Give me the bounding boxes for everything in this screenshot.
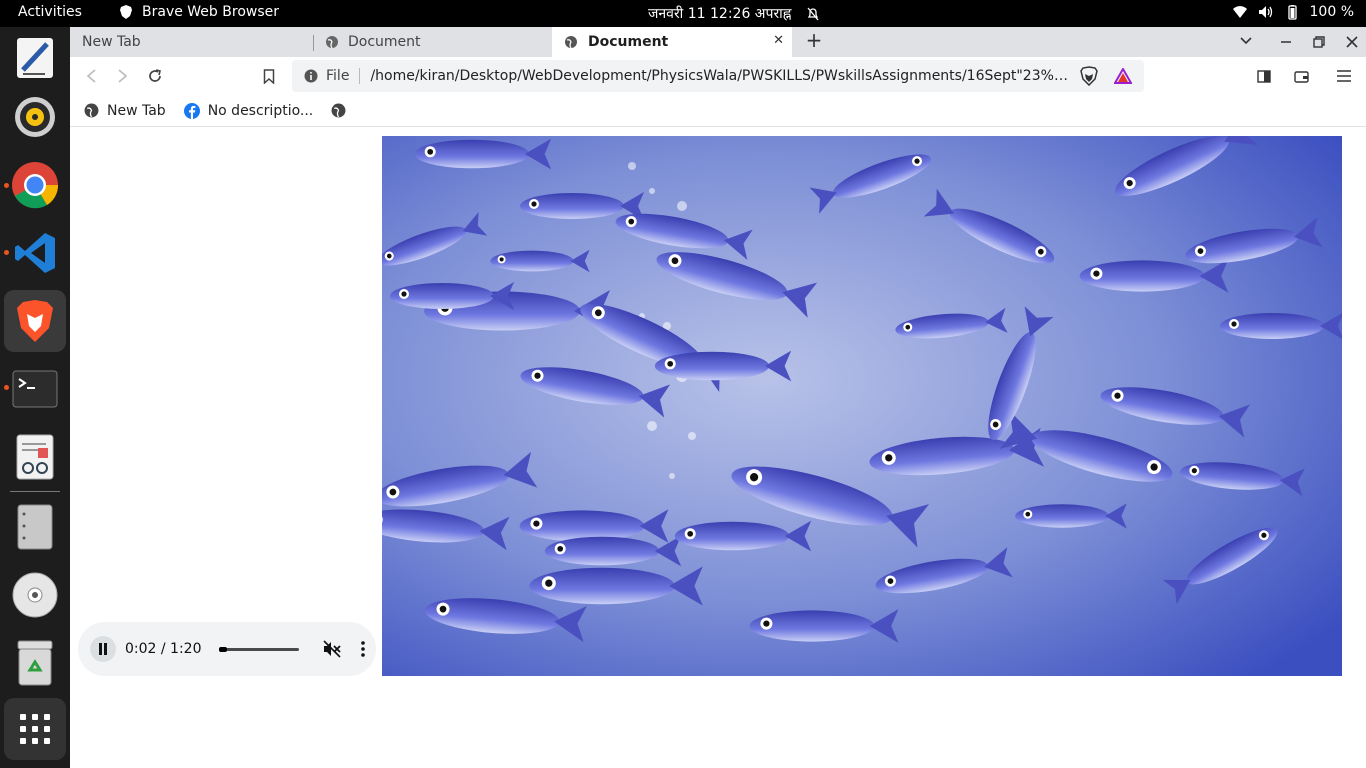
- close-tab-icon[interactable]: ✕: [773, 33, 784, 48]
- brave-icon: [17, 300, 53, 342]
- brave-shields-icon[interactable]: [1080, 66, 1099, 86]
- bookmark-icon: [263, 68, 275, 84]
- activities-button[interactable]: Activities: [18, 4, 82, 20]
- bookmark-button[interactable]: [258, 65, 280, 87]
- restore-window-icon[interactable]: [1309, 36, 1329, 48]
- address-bar[interactable]: File /home/kiran/Desktop/WebDevelopment/…: [292, 60, 1144, 92]
- dock-text-editor[interactable]: [4, 27, 66, 89]
- chrome-icon: [12, 162, 59, 209]
- hamburger-menu-icon: [1337, 70, 1351, 82]
- tab-label: Document: [348, 34, 421, 50]
- tab-document[interactable]: Document: [313, 27, 552, 57]
- tab-label: New Tab: [82, 34, 141, 50]
- back-arrow-icon: [86, 69, 96, 83]
- rhythmbox-icon: [15, 97, 55, 137]
- bookmark-label: No descriptio...: [207, 102, 314, 119]
- dock-trash[interactable]: [4, 632, 66, 694]
- dock-brave-browser[interactable]: [4, 290, 66, 352]
- globe-icon: [331, 103, 346, 118]
- bookmarks-bar: New Tab No descriptio...: [70, 95, 1366, 127]
- minimize-window-icon[interactable]: [1276, 40, 1296, 44]
- dock-disc[interactable]: [4, 564, 66, 626]
- main-menu-button[interactable]: [1333, 65, 1355, 87]
- audio-progress-fill: [218, 646, 227, 652]
- globe-icon: [565, 36, 577, 49]
- battery-icon: [1287, 5, 1297, 20]
- document-viewer-icon: [16, 434, 54, 480]
- omnibox-divider: [359, 68, 361, 84]
- app-grid-icon: [20, 714, 50, 744]
- dock-terminal[interactable]: [4, 358, 66, 420]
- audio-player: 0:02 / 1:20: [78, 622, 376, 676]
- brave-rewards-icon[interactable]: [1114, 68, 1133, 84]
- back-button[interactable]: [80, 65, 102, 87]
- terminal-icon: [12, 370, 58, 408]
- forward-button[interactable]: [112, 65, 134, 87]
- app-menu-label: Brave Web Browser: [142, 4, 279, 20]
- muted-speaker-icon[interactable]: [322, 640, 341, 658]
- scheme-label: File: [326, 68, 350, 84]
- system-top-bar: Activities Brave Web Browser जनवरी 11 12…: [0, 0, 1366, 27]
- dock-separator: [10, 491, 60, 492]
- video-player[interactable]: [382, 136, 1342, 676]
- fish-school-video-frame: [382, 136, 1342, 676]
- show-applications-button[interactable]: [4, 698, 66, 760]
- facebook-icon: [183, 102, 200, 119]
- info-icon: [304, 69, 318, 83]
- pause-button[interactable]: [90, 636, 116, 662]
- reload-icon: [149, 69, 161, 82]
- reload-button[interactable]: [144, 65, 166, 87]
- wifi-icon: [1232, 6, 1247, 18]
- new-tab-button[interactable]: +: [804, 28, 824, 52]
- audio-progress-slider[interactable]: [218, 646, 299, 652]
- page-content: 0:02 / 1:20: [70, 128, 1366, 768]
- tab-new-tab[interactable]: New Tab: [70, 27, 313, 57]
- audio-time: 0:02 / 1:20: [125, 641, 202, 657]
- dock-google-chrome[interactable]: [4, 154, 66, 216]
- globe-icon: [326, 36, 338, 49]
- forward-arrow-icon: [118, 69, 128, 83]
- more-options-icon[interactable]: [357, 640, 369, 658]
- trash-icon: [17, 640, 53, 686]
- volume-icon: [1258, 6, 1272, 18]
- sidebar-icon: [1257, 69, 1271, 83]
- brave-logo-icon: [120, 5, 132, 19]
- pause-icon: [99, 643, 107, 655]
- system-status-menu[interactable]: 100 %: [1232, 4, 1354, 20]
- optical-disc-icon: [12, 572, 58, 618]
- dock-rhythmbox[interactable]: [4, 86, 66, 148]
- globe-icon: [84, 103, 99, 118]
- wallet-button[interactable]: [1290, 65, 1312, 87]
- url-text[interactable]: /home/kiran/Desktop/WebDevelopment/Physi…: [370, 68, 1070, 84]
- notifications-off-icon: [807, 7, 819, 20]
- text-editor-icon: [17, 38, 53, 78]
- sidebar-toggle-button[interactable]: [1253, 65, 1275, 87]
- dock-vscode[interactable]: [4, 222, 66, 284]
- app-menu[interactable]: Brave Web Browser: [118, 4, 279, 20]
- wallet-icon: [1293, 70, 1309, 83]
- tab-label: Document: [588, 34, 669, 50]
- tab-document-active[interactable]: Document ✕: [552, 27, 792, 57]
- bookmark-new-tab[interactable]: New Tab: [84, 103, 166, 119]
- bookmark-globe[interactable]: [331, 103, 346, 118]
- clock-label: जनवरी 11 12:26 अपराह्न: [648, 6, 792, 22]
- dock: [0, 27, 70, 768]
- clock-menu[interactable]: जनवरी 11 12:26 अपराह्न: [648, 4, 820, 23]
- close-window-icon[interactable]: [1342, 36, 1362, 48]
- dock-document-viewer[interactable]: [4, 426, 66, 488]
- dock-files[interactable]: [4, 496, 66, 558]
- tab-search-chevron-icon[interactable]: [1236, 36, 1256, 46]
- tab-strip: New Tab Document Document ✕ +: [70, 27, 1366, 57]
- site-info-chip[interactable]: File: [304, 68, 349, 84]
- server-drive-icon: [17, 504, 53, 550]
- bookmark-no-description[interactable]: No descriptio...: [183, 102, 314, 119]
- battery-percentage: 100 %: [1309, 4, 1354, 20]
- bookmark-label: New Tab: [107, 102, 166, 119]
- vscode-icon: [15, 233, 55, 273]
- navigation-toolbar: File /home/kiran/Desktop/WebDevelopment/…: [70, 57, 1366, 95]
- browser-window: New Tab Document Document ✕ + File /home…: [70, 27, 1366, 768]
